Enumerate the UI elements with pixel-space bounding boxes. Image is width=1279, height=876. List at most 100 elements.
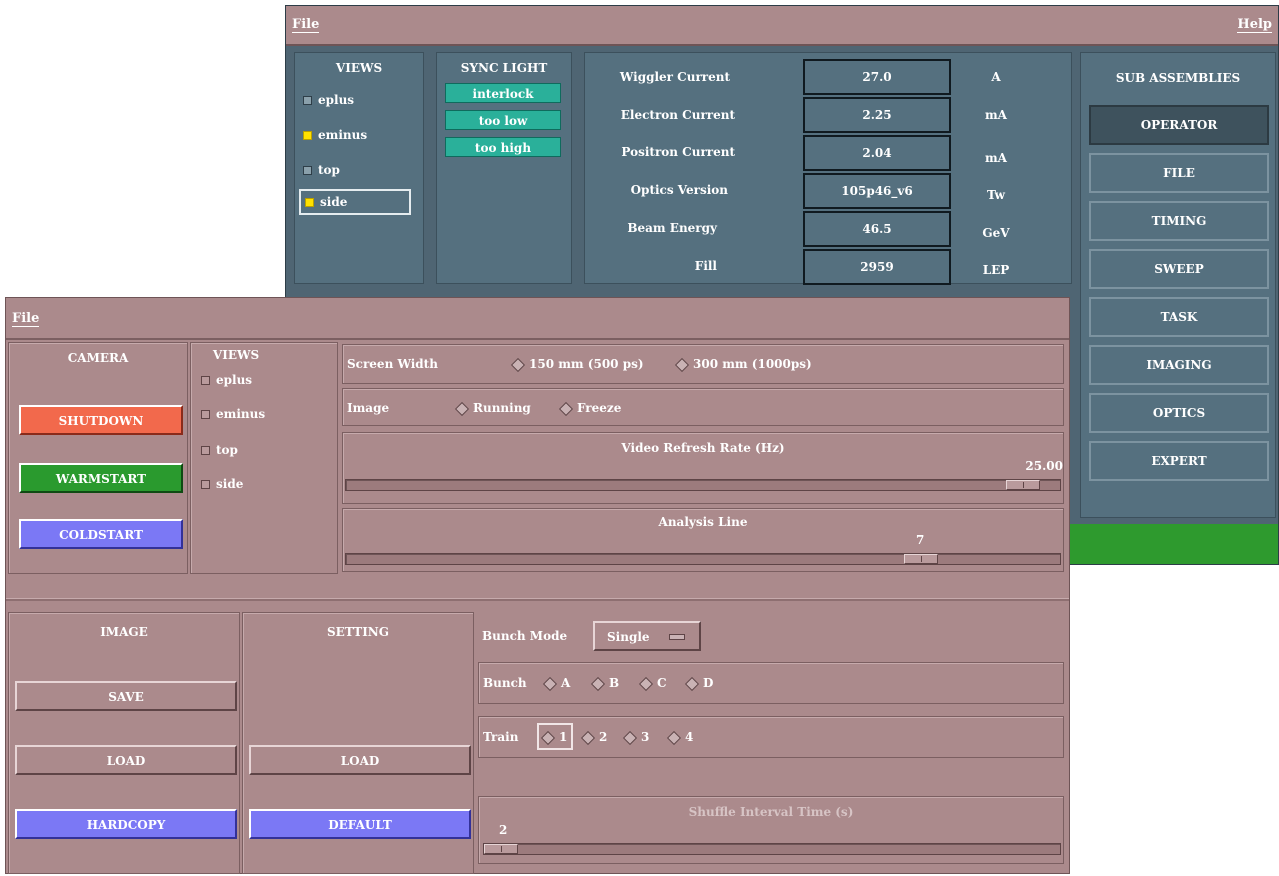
wiggler-current-value: 27.0: [803, 59, 951, 95]
optics-version-label: Optics Version: [630, 183, 728, 197]
camera-panel: CAMERA SHUTDOWN WARMSTART COLDSTART: [8, 342, 188, 574]
menu-bar: File: [6, 298, 1069, 340]
radio-indicator: [580, 730, 596, 745]
file-menu[interactable]: File: [292, 17, 320, 33]
timing-button[interactable]: TIMING: [1089, 201, 1269, 241]
radio-indicator: [638, 676, 654, 691]
train-1-radio[interactable]: 1: [537, 723, 574, 750]
checkbox-label: side: [320, 195, 348, 209]
imaging-button[interactable]: IMAGING: [1089, 345, 1269, 385]
radio-indicator: [542, 676, 558, 691]
radio-indicator: [684, 676, 700, 691]
menu-bar: File Help: [286, 6, 1278, 46]
video-refresh-value: 25.00: [1025, 459, 1063, 473]
radio-indicator: [674, 357, 690, 372]
shuffle-interval-slider[interactable]: [483, 843, 1061, 855]
radio-label: C: [657, 676, 667, 690]
radio-indicator: [666, 730, 682, 745]
slider-thumb[interactable]: [484, 844, 518, 854]
file-subassembly-button[interactable]: FILE: [1089, 153, 1269, 193]
bunch-b-radio[interactable]: B: [590, 676, 620, 691]
radio-label: 3: [641, 730, 650, 744]
bunch-c-radio[interactable]: C: [638, 676, 667, 691]
checkbox-label: eplus: [216, 373, 253, 387]
radio-label: 4: [685, 730, 694, 744]
wiggler-current-label: Wiggler Current: [619, 70, 730, 84]
electron-current-label: Electron Current: [620, 108, 735, 122]
shutdown-button[interactable]: SHUTDOWN: [19, 405, 183, 435]
radio-label: D: [703, 676, 714, 690]
status-bar: [1068, 524, 1278, 564]
expert-button[interactable]: EXPERT: [1089, 441, 1269, 481]
load-setting-button[interactable]: LOAD: [249, 745, 471, 775]
analysis-line-label: Analysis Line: [658, 515, 748, 529]
view-eplus-checkbox[interactable]: eplus: [201, 373, 252, 387]
slider-thumb[interactable]: [904, 554, 938, 564]
view-eminus-checkbox[interactable]: eminus: [303, 128, 367, 142]
load-image-button[interactable]: LOAD: [15, 745, 237, 775]
bunch-a-radio[interactable]: A: [542, 676, 571, 691]
video-refresh-slider[interactable]: [345, 479, 1061, 491]
electron-current-unit: mA: [984, 108, 1007, 122]
image-mode-row: Image Running Freeze: [342, 388, 1064, 426]
positron-current-unit: mA: [984, 151, 1007, 165]
radio-label: Freeze: [577, 401, 622, 415]
sweep-button[interactable]: SWEEP: [1089, 249, 1269, 289]
view-top-checkbox[interactable]: top: [303, 163, 340, 177]
views-panel: VIEWS eplus eminus top side: [190, 342, 338, 574]
hardcopy-button[interactable]: HARDCOPY: [15, 809, 237, 839]
train-3-radio[interactable]: 3: [622, 730, 650, 745]
screen-width-150-radio[interactable]: 150 mm (500 ps): [510, 357, 644, 372]
train-4-radio[interactable]: 4: [666, 730, 694, 745]
radio-label: B: [609, 676, 620, 690]
coldstart-button[interactable]: COLDSTART: [19, 519, 183, 549]
beam-parameters-panel: Wiggler Current 27.0 A Electron Current …: [584, 52, 1072, 285]
screen-width-row: Screen Width 150 mm (500 ps) 300 mm (100…: [342, 344, 1064, 384]
view-eminus-checkbox[interactable]: eminus: [201, 407, 265, 421]
checkbox-indicator: [201, 479, 210, 489]
image-running-radio[interactable]: Running: [454, 401, 531, 416]
checkbox-label: eplus: [318, 93, 355, 107]
views-title: VIEWS: [335, 61, 383, 75]
bunch-mode-dropdown[interactable]: Single: [593, 621, 701, 651]
view-top-checkbox[interactable]: top: [201, 443, 238, 457]
help-menu[interactable]: Help: [1237, 17, 1272, 33]
sync-interlock-indicator: interlock: [445, 83, 561, 103]
camera-control-window: File CAMERA SHUTDOWN WARMSTART COLDSTART…: [5, 297, 1070, 874]
option-menu-icon: [669, 634, 685, 640]
beam-energy-unit: GeV: [982, 226, 1010, 240]
checkbox-label: side: [216, 477, 244, 491]
shuffle-interval-value: 2: [499, 823, 508, 837]
sub-assemblies-title: SUB ASSEMBLIES: [1115, 71, 1241, 85]
view-side-checkbox[interactable]: side: [201, 477, 243, 491]
checkbox-indicator: [303, 165, 312, 175]
setting-title: SETTING: [326, 625, 390, 639]
save-image-button[interactable]: SAVE: [15, 681, 237, 711]
radio-indicator: [454, 401, 470, 416]
image-title: IMAGE: [100, 625, 148, 639]
image-freeze-radio[interactable]: Freeze: [558, 401, 622, 416]
file-menu[interactable]: File: [12, 311, 40, 327]
checkbox-label: top: [318, 163, 340, 177]
task-button[interactable]: TASK: [1089, 297, 1269, 337]
radio-indicator: [622, 730, 638, 745]
screen-width-300-radio[interactable]: 300 mm (1000ps): [674, 357, 812, 372]
view-side-checkbox[interactable]: side: [299, 189, 411, 215]
electron-current-value: 2.25: [803, 97, 951, 133]
slider-thumb[interactable]: [1006, 480, 1040, 490]
analysis-line-slider[interactable]: [345, 553, 1061, 565]
sub-assemblies-panel: SUB ASSEMBLIES OPERATOR FILE TIMING SWEE…: [1080, 52, 1276, 518]
operator-button[interactable]: OPERATOR: [1089, 105, 1269, 145]
setting-panel: SETTING LOAD DEFAULT: [242, 612, 474, 874]
radio-label: A: [561, 676, 571, 690]
train-2-radio[interactable]: 2: [580, 730, 607, 745]
warmstart-button[interactable]: WARMSTART: [19, 463, 183, 493]
bunch-d-radio[interactable]: D: [684, 676, 714, 691]
radio-label: 1: [559, 730, 568, 744]
wiggler-current-unit: A: [991, 70, 1001, 84]
optics-button[interactable]: OPTICS: [1089, 393, 1269, 433]
view-eplus-checkbox[interactable]: eplus: [303, 93, 354, 107]
views-title: VIEWS: [212, 348, 260, 362]
beam-energy-label: Beam Energy: [627, 221, 717, 235]
default-setting-button[interactable]: DEFAULT: [249, 809, 471, 839]
